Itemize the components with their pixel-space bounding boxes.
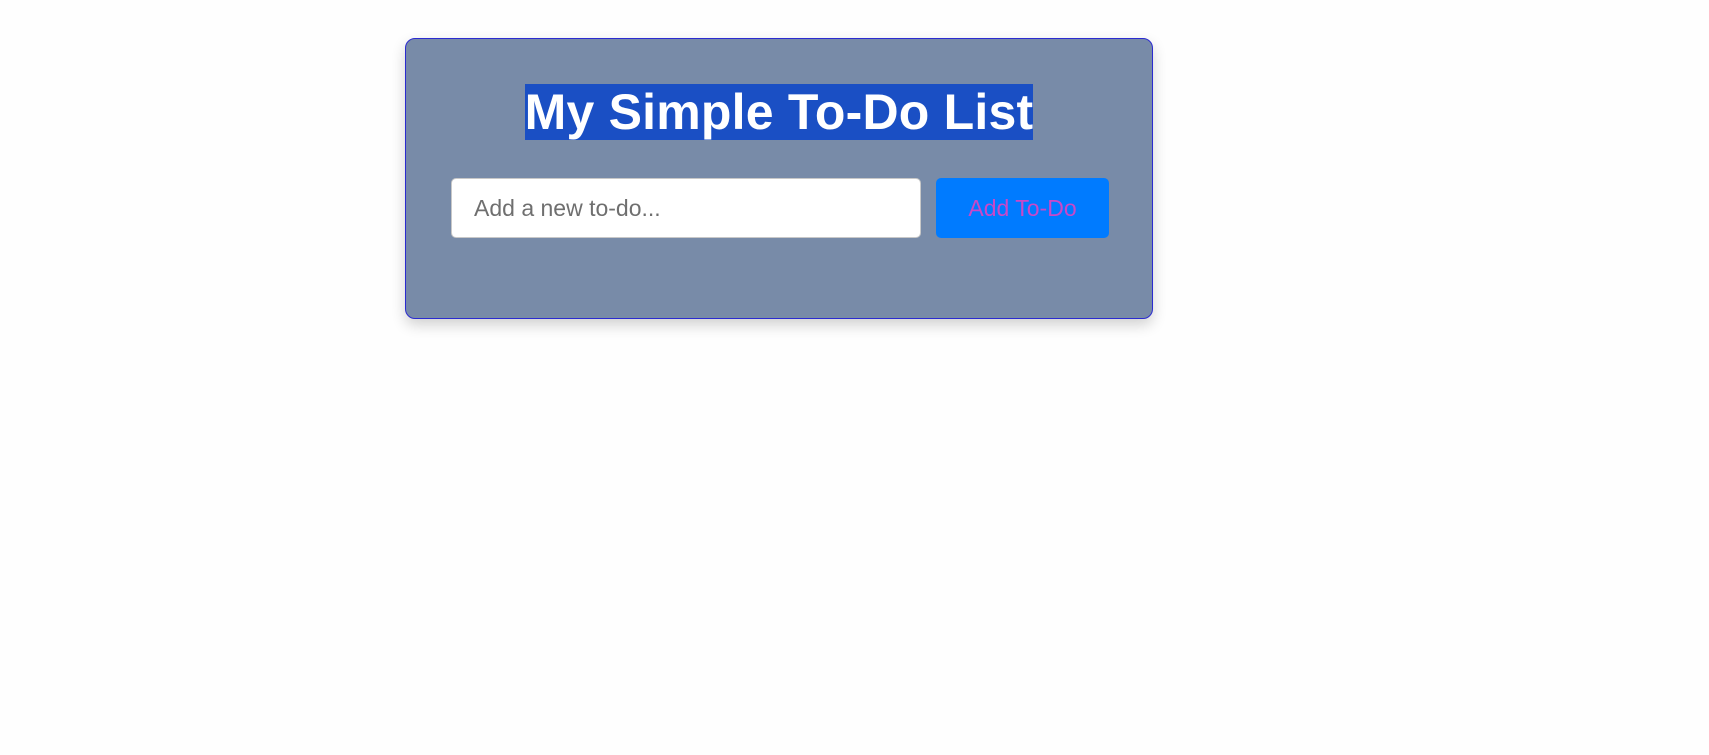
add-todo-button[interactable]: Add To-Do	[936, 178, 1109, 238]
todo-card: My Simple To-Do List Add To-Do	[405, 38, 1153, 319]
page: My Simple To-Do List Add To-Do	[0, 0, 1709, 755]
page-title: My Simple To-Do List	[524, 84, 1034, 140]
title-container: My Simple To-Do List	[406, 84, 1152, 140]
new-todo-input[interactable]	[451, 178, 921, 238]
